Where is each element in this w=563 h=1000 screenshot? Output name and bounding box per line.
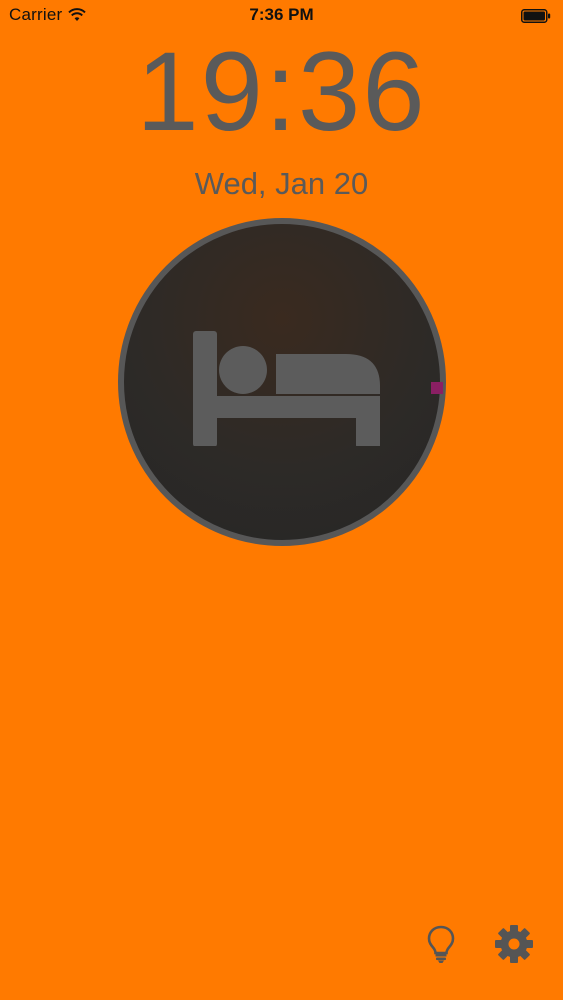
bed-icon — [186, 324, 382, 451]
status-time: 7:36 PM — [249, 5, 314, 24]
sleep-button[interactable] — [118, 218, 446, 546]
gear-icon[interactable] — [494, 924, 534, 969]
progress-marker — [431, 382, 443, 394]
status-bar: Carrier 7:36 PM — [0, 0, 563, 30]
clock-date: Wed, Jan 20 — [194, 166, 369, 201]
clock-time: 19:36 — [136, 29, 427, 154]
lightbulb-icon[interactable] — [425, 924, 457, 969]
battery-icon — [521, 8, 551, 28]
